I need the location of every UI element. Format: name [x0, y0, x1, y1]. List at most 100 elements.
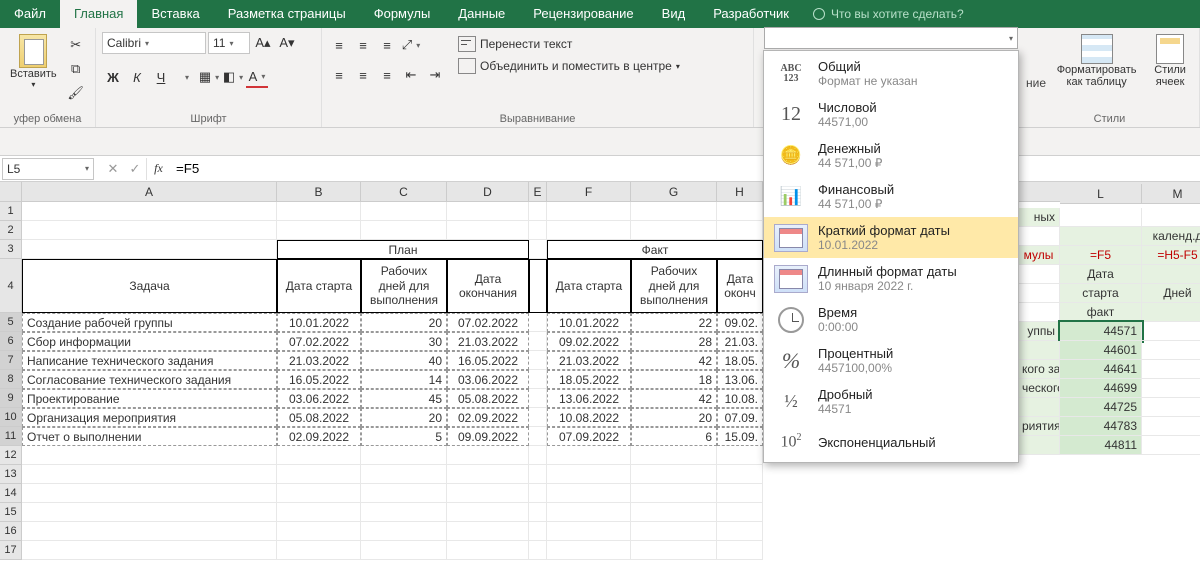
row-header[interactable]: 10 — [0, 408, 22, 427]
row-header[interactable]: 2 — [0, 221, 22, 240]
align-center-button[interactable]: ≡ — [352, 64, 374, 86]
number-format-option[interactable]: Краткий формат даты10.01.2022 — [764, 217, 1018, 258]
cell[interactable] — [529, 484, 547, 503]
cell[interactable] — [361, 484, 447, 503]
formula-input[interactable] — [170, 158, 1200, 180]
cell[interactable] — [631, 484, 717, 503]
cell[interactable] — [529, 351, 547, 370]
cell[interactable]: 20 — [361, 313, 447, 332]
cell[interactable] — [529, 370, 547, 389]
cell[interactable] — [22, 541, 277, 560]
number-format-search[interactable]: ▾ — [764, 27, 1018, 49]
tab-view[interactable]: Вид — [648, 0, 700, 28]
align-left-button[interactable]: ≡ — [328, 64, 350, 86]
cell[interactable] — [22, 465, 277, 484]
underline-button[interactable]: Ч — [150, 66, 172, 88]
cell[interactable]: 40 — [361, 351, 447, 370]
cell[interactable] — [631, 202, 717, 221]
cell[interactable] — [631, 446, 717, 465]
cell[interactable] — [547, 221, 631, 240]
cell[interactable] — [717, 503, 763, 522]
underline-more[interactable] — [174, 66, 196, 88]
font-color-button[interactable]: A — [246, 66, 268, 88]
tab-insert[interactable]: Вставка — [137, 0, 213, 28]
row-header[interactable]: 5 — [0, 313, 22, 332]
cell[interactable]: 07.02.2022 — [447, 313, 529, 332]
select-all-button[interactable] — [0, 182, 22, 201]
cell[interactable] — [277, 522, 361, 541]
cell[interactable]: Согласование технического задания — [22, 370, 277, 389]
format-painter-button[interactable]: 🖌 — [65, 82, 87, 104]
cell[interactable] — [631, 221, 717, 240]
font-name-combo[interactable]: Calibri — [102, 32, 206, 54]
cell[interactable] — [447, 484, 529, 503]
cell[interactable]: 42 — [631, 351, 717, 370]
paste-button[interactable]: Вставить ▾ — [6, 32, 61, 91]
cell[interactable] — [529, 259, 547, 313]
decrease-font-button[interactable]: A▾ — [276, 32, 298, 54]
cell[interactable] — [277, 484, 361, 503]
wrap-text-button[interactable]: Перенести текст — [458, 36, 680, 52]
cell[interactable]: 5 — [361, 427, 447, 446]
cell[interactable]: 21.03.2022 — [547, 351, 631, 370]
cell[interactable]: Рабочих дней для выполнения — [631, 259, 717, 313]
cell[interactable]: 13.06. — [717, 370, 763, 389]
col-header[interactable]: H — [717, 182, 763, 201]
cell[interactable]: Сбор информации — [22, 332, 277, 351]
cell-styles-button[interactable]: Стили ячеек — [1147, 32, 1193, 90]
cell[interactable] — [22, 202, 277, 221]
cell[interactable] — [361, 465, 447, 484]
col-header[interactable]: D — [447, 182, 529, 201]
row-header[interactable]: 1 — [0, 202, 22, 221]
tab-data[interactable]: Данные — [444, 0, 519, 28]
cell[interactable]: План — [277, 240, 529, 259]
cell[interactable]: 44699 — [1060, 379, 1142, 398]
align-top-button[interactable]: ≡ — [328, 34, 350, 56]
col-header[interactable]: L — [1060, 184, 1142, 203]
cell[interactable] — [277, 503, 361, 522]
borders-button[interactable]: ▦ — [198, 66, 220, 88]
cell[interactable]: 6 — [631, 427, 717, 446]
tab-formulas[interactable]: Формулы — [360, 0, 445, 28]
cell[interactable]: 10.08. — [717, 389, 763, 408]
number-format-option[interactable]: 📊Финансовый44 571,00 ₽ — [764, 176, 1018, 217]
cell[interactable]: 02.09.2022 — [447, 408, 529, 427]
cell[interactable] — [1142, 417, 1200, 436]
col-header[interactable]: A — [22, 182, 277, 201]
cell[interactable] — [277, 541, 361, 560]
enter-formula-button[interactable]: ✓ — [124, 158, 146, 180]
cell[interactable] — [277, 465, 361, 484]
fill-color-button[interactable]: ◧ — [222, 66, 244, 88]
number-format-option[interactable]: ½Дробный44571 — [764, 381, 1018, 422]
number-format-option[interactable]: 🪙Денежный44 571,00 ₽ — [764, 135, 1018, 176]
cell[interactable]: 44725 — [1060, 398, 1142, 417]
cell[interactable]: 09.02. — [717, 313, 763, 332]
cell[interactable]: 20 — [631, 408, 717, 427]
cell[interactable] — [361, 202, 447, 221]
cell[interactable] — [529, 522, 547, 541]
cell[interactable] — [717, 541, 763, 560]
align-bottom-button[interactable]: ≡ — [376, 34, 398, 56]
cell[interactable]: 15.09. — [717, 427, 763, 446]
cell[interactable]: 45 — [361, 389, 447, 408]
row-header[interactable]: 7 — [0, 351, 22, 370]
row-header[interactable]: 14 — [0, 484, 22, 503]
cell[interactable] — [529, 427, 547, 446]
cell[interactable] — [529, 240, 547, 259]
cell[interactable] — [529, 541, 547, 560]
align-middle-button[interactable]: ≡ — [352, 34, 374, 56]
cell[interactable] — [547, 202, 631, 221]
cell[interactable]: 44641 — [1060, 360, 1142, 379]
cell[interactable] — [529, 446, 547, 465]
cell[interactable]: 18.05. — [717, 351, 763, 370]
align-right-button[interactable]: ≡ — [376, 64, 398, 86]
cell[interactable]: 10.01.2022 — [277, 313, 361, 332]
cell[interactable] — [22, 240, 277, 259]
cell[interactable] — [717, 446, 763, 465]
cell[interactable] — [631, 522, 717, 541]
number-format-dropdown[interactable]: ▾ ABC123ОбщийФормат не указан12Числовой4… — [763, 50, 1019, 463]
cell[interactable] — [1142, 379, 1200, 398]
cell[interactable]: 02.09.2022 — [277, 427, 361, 446]
cell[interactable] — [529, 313, 547, 332]
italic-button[interactable]: К — [126, 66, 148, 88]
